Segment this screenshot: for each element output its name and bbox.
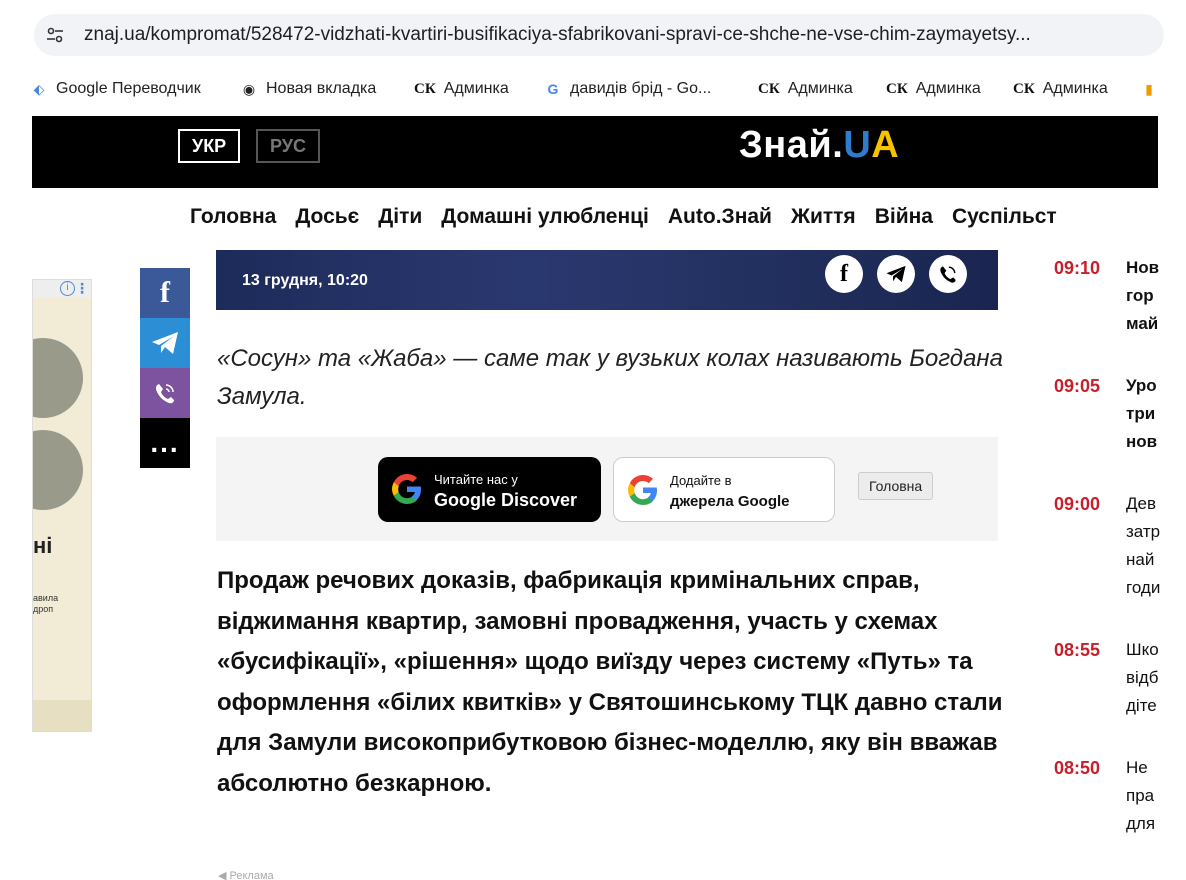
ad-menu-icon[interactable]: ⋮ — [75, 280, 89, 297]
bookmark-label: Новая вкладка — [266, 80, 377, 97]
bookmark-admin-4[interactable]: СК Админка — [1013, 80, 1108, 98]
left-ad-banner[interactable]: i ⋮ ні авила дроп — [32, 279, 92, 732]
google-icon — [628, 475, 657, 505]
bookmark-admin-1[interactable]: СК Админка — [414, 80, 509, 98]
viber-share-button[interactable] — [140, 368, 190, 418]
telegram-share-button[interactable] — [140, 318, 190, 368]
bookmark-label: Админка — [915, 80, 981, 97]
browser-address-bar: znaj.ua/kompromat/528472-vidzhati-kvarti… — [0, 0, 1186, 72]
ad-small-text: авила дроп — [33, 593, 59, 614]
hero-viber-button[interactable] — [929, 255, 967, 293]
ad-label: ◀ Реклама — [218, 870, 274, 880]
google-icon — [392, 474, 421, 504]
url-field[interactable]: znaj.ua/kompromat/528472-vidzhati-kvarti… — [34, 14, 1164, 56]
facebook-share-button[interactable]: f — [140, 268, 190, 318]
facebook-icon: f — [840, 260, 848, 287]
google-sources-button[interactable]: Додайте в джерела Google — [613, 457, 835, 522]
nav-item-home[interactable]: Головна — [190, 205, 276, 228]
site-logo[interactable]: Знай.UA — [739, 124, 899, 167]
bookmark-label: давидів брід - Go... — [570, 80, 712, 97]
hero-facebook-button[interactable]: f — [825, 255, 863, 293]
ad-label-text: Реклама — [229, 870, 274, 880]
nav-item-kids[interactable]: Діти — [378, 205, 422, 228]
viber-icon — [155, 384, 174, 404]
news-time: 09:05 — [1054, 376, 1101, 396]
logo-u: U — [843, 124, 872, 166]
bookmark-label: Админка — [443, 80, 509, 97]
bookmark-label: Админка — [787, 80, 853, 97]
nav-item-pets[interactable]: Домашні улюбленці — [441, 205, 649, 228]
bookmark-new-tab[interactable]: ◉ Новая вкладка — [240, 80, 376, 98]
ad-info-icon[interactable]: i — [60, 281, 75, 296]
news-time: 09:00 — [1054, 494, 1101, 514]
google-icon: G — [547, 81, 559, 97]
chrome-icon: ◉ — [242, 81, 256, 97]
share-bar: f ... — [140, 268, 190, 468]
bookmark-label: Админка — [1042, 80, 1108, 97]
lang-ukr-button[interactable]: УКР — [178, 129, 241, 163]
home-chip-button[interactable]: Головна — [858, 472, 934, 500]
news-title[interactable]: Шко відб діте — [1126, 636, 1186, 720]
hero-telegram-button[interactable] — [877, 255, 915, 293]
news-title[interactable]: Уро три нов — [1126, 372, 1186, 456]
sources-big-label: джерела Google — [670, 493, 790, 510]
nav-item-society[interactable]: Суспільст — [952, 205, 1057, 228]
bookmark-google-search[interactable]: G давидів брід - Go... — [544, 80, 712, 98]
sk-icon: СК — [1013, 81, 1035, 97]
news-time: 09:10 — [1054, 258, 1101, 278]
article-date: 13 грудня, 10:20 — [242, 272, 368, 289]
news-title[interactable]: Не пра для — [1126, 754, 1186, 838]
nav-item-auto[interactable]: Auto.Знай — [668, 205, 772, 228]
article-body-paragraph: Продаж речових доказів, фабрикація кримі… — [217, 567, 1003, 797]
ad-image-circle — [33, 430, 83, 510]
telegram-icon — [886, 265, 906, 283]
google-translate-icon: ⬖ — [33, 81, 45, 97]
logo-main: Знай. — [739, 124, 844, 166]
viber-icon — [940, 266, 956, 283]
bookmark-label: Google Переводчик — [56, 80, 201, 97]
sk-icon: СК — [886, 81, 908, 97]
bookmark-analytics[interactable]: ▮ — [1140, 80, 1158, 98]
url-text[interactable]: znaj.ua/kompromat/528472-vidzhati-kvarti… — [84, 24, 1154, 46]
analytics-icon: ▮ — [1145, 81, 1153, 97]
discover-small-label: Читайте нас у — [434, 472, 518, 487]
lang-rus-button[interactable]: РУС — [256, 129, 320, 163]
site-settings-icon[interactable] — [44, 24, 66, 46]
google-follow-block: Читайте нас у Google Discover Додайте в … — [216, 437, 998, 541]
news-title[interactable]: Нов гор май — [1126, 254, 1186, 338]
sources-small-label: Додайте в — [670, 473, 732, 488]
nav-item-dossier[interactable]: Досьє — [295, 205, 359, 228]
ad-title: ні — [33, 533, 53, 558]
logo-a: A — [871, 124, 900, 166]
nav-item-war[interactable]: Війна — [875, 205, 933, 228]
article-hero-image: 13 грудня, 10:20 f — [216, 250, 998, 310]
ad-bottom — [33, 700, 91, 731]
sk-icon: СК — [414, 81, 436, 97]
bookmarks-bar: ⬖ Google Переводчик ◉ Новая вкладка СК А… — [0, 72, 1186, 112]
sk-icon: СК — [758, 81, 780, 97]
ad-image-circle — [33, 338, 83, 418]
site-header: УКР РУС Знай.UA — [32, 116, 1158, 188]
news-time: 08:55 — [1054, 640, 1101, 660]
google-discover-button[interactable]: Читайте нас у Google Discover — [378, 457, 601, 522]
bookmark-admin-2[interactable]: СК Админка — [758, 80, 853, 98]
more-share-button[interactable]: ... — [140, 418, 190, 468]
nav-item-life[interactable]: Життя — [791, 205, 856, 228]
bookmark-google-translate[interactable]: ⬖ Google Переводчик — [30, 80, 201, 98]
main-nav: Головна Досьє Діти Домашні улюбленці Auto.Зн… — [190, 205, 1076, 229]
discover-big-label: Google Discover — [434, 490, 578, 510]
telegram-icon — [152, 332, 178, 354]
facebook-icon: f — [160, 276, 170, 309]
bookmark-admin-3[interactable]: СК Админка — [886, 80, 981, 98]
article-lead: «Сосун» та «Жаба» — саме так у вузьких к… — [217, 345, 1003, 410]
news-time: 08:50 — [1054, 758, 1101, 778]
news-title[interactable]: Дев затр най годи — [1126, 490, 1186, 602]
